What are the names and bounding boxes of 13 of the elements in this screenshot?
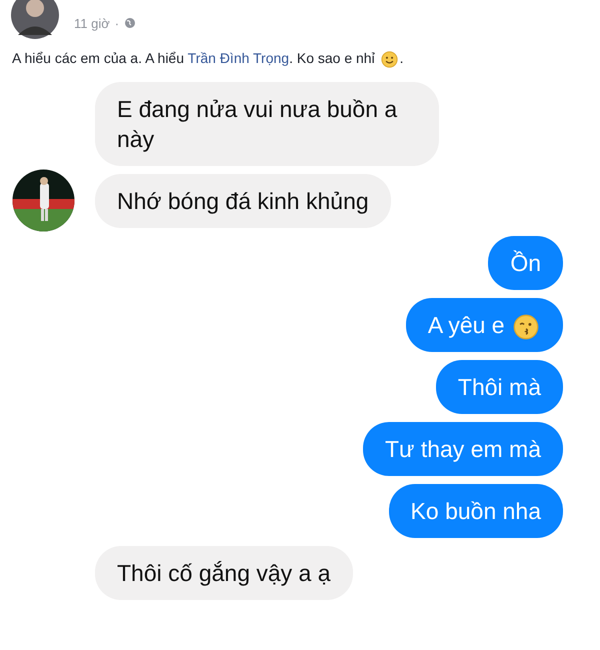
message-bubble: Thôi cố gắng vậy a ạ (95, 546, 353, 600)
mention-link[interactable]: Trần Đình Trọng (188, 50, 290, 66)
globe-icon (124, 17, 136, 29)
post-text: A hiểu các em của a. A hiểu Trần Đình Trọng. Ko sao e nhỉ . (12, 49, 404, 70)
avatar[interactable] (10, 0, 60, 40)
message-bubble: E đang nửa vui nưa buồn a này (95, 82, 439, 166)
message-bubble: A yêu e (406, 298, 563, 352)
message-bubble: Nhớ bóng đá kinh khủng (95, 174, 391, 228)
message-bubble: Ồn (488, 236, 563, 290)
separator-dot: · (114, 16, 120, 30)
message-bubble: Thôi mà (436, 360, 563, 414)
message-bubble: Tư thay em mà (363, 422, 563, 476)
message-bubble: Ko buồn nha (388, 484, 563, 538)
